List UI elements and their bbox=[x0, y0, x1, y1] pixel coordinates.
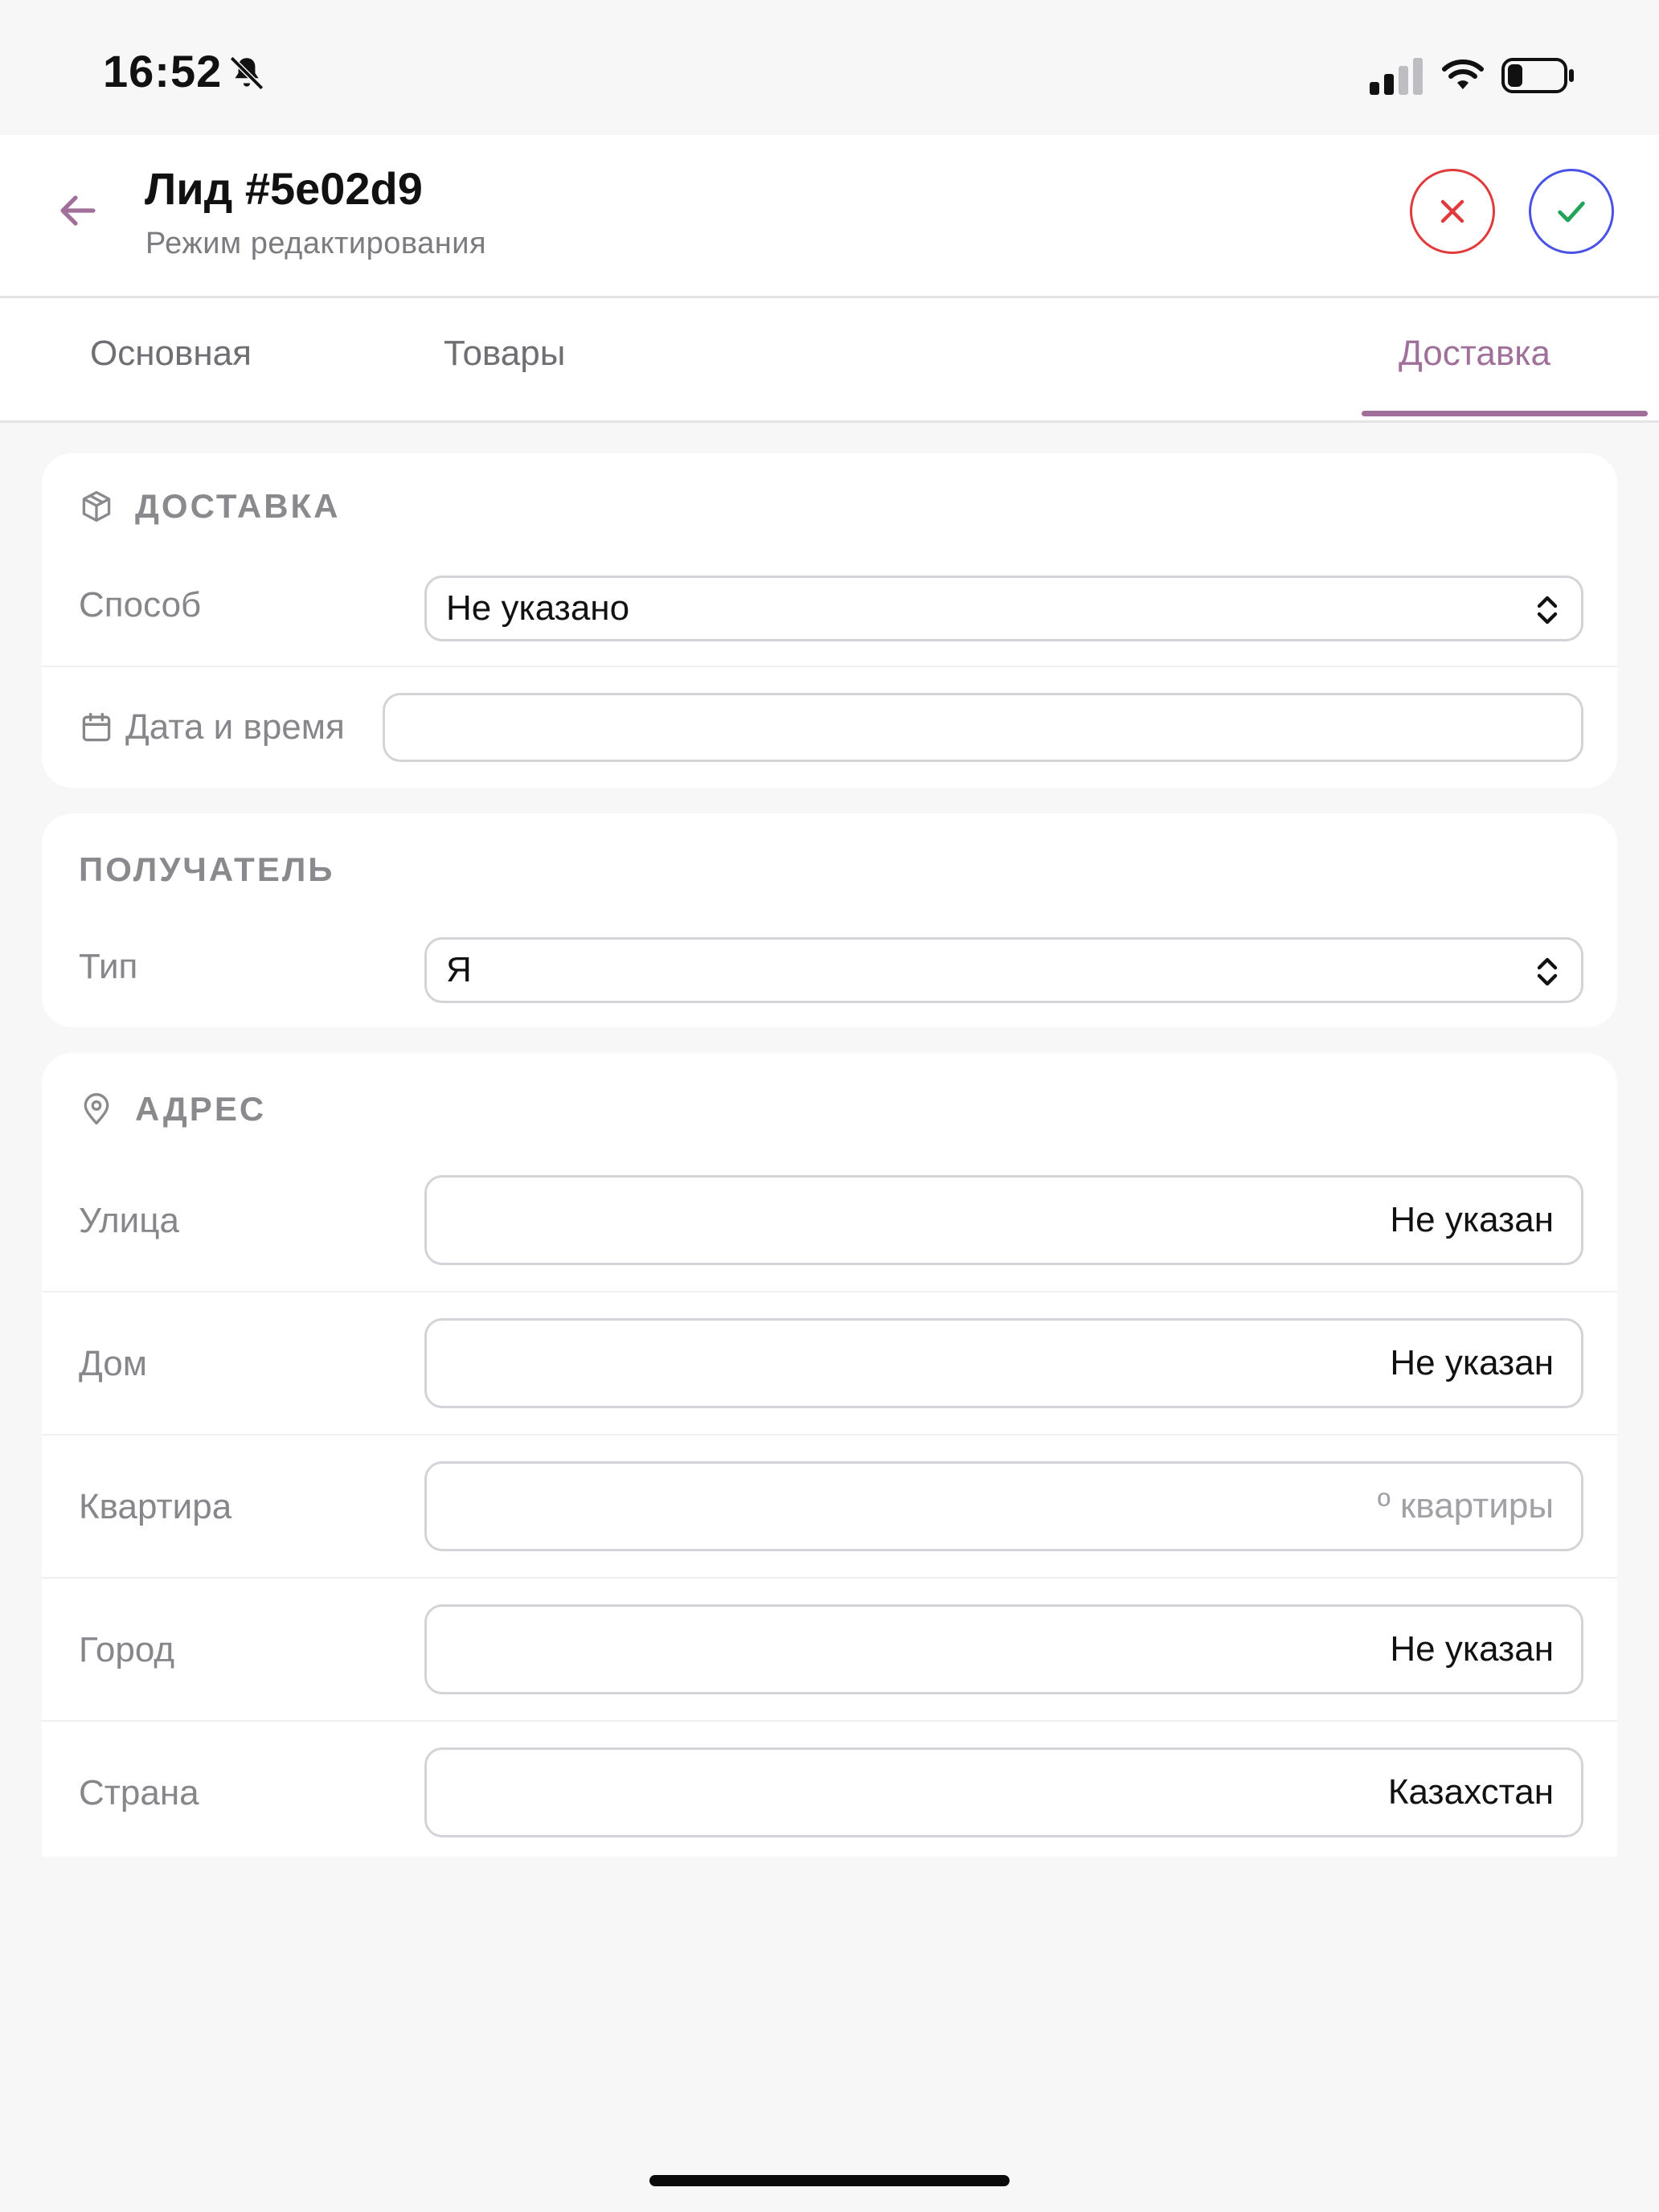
wifi-icon bbox=[1442, 59, 1484, 89]
house-label-text: Дом bbox=[79, 1344, 148, 1383]
street-value: Не указан bbox=[1390, 1200, 1554, 1239]
delivery-method-value: Не указано bbox=[446, 588, 630, 628]
house-label: Дом bbox=[79, 1344, 147, 1384]
country-label-text: Страна bbox=[79, 1773, 199, 1813]
status-bar: 16:52 bbox=[0, 0, 1659, 135]
house-input[interactable]: Не указан bbox=[424, 1318, 1583, 1408]
delivery-datetime-label-text: Дата и время bbox=[125, 707, 345, 747]
battery-icon bbox=[1501, 58, 1574, 93]
tab-bar: Основная Товары Доставка bbox=[0, 298, 1659, 423]
page-subtitle: Режим редактирования bbox=[145, 227, 487, 260]
delivery-method-select[interactable]: Не указано bbox=[424, 576, 1583, 641]
recipient-type-label: Тип bbox=[79, 947, 137, 987]
cellular-signal-icon bbox=[1370, 58, 1423, 95]
package-icon bbox=[82, 490, 111, 522]
country-value: Казахстан bbox=[1387, 1772, 1554, 1812]
active-tab-indicator bbox=[1362, 411, 1648, 416]
delivery-method-label: Способ bbox=[79, 585, 201, 625]
top-header: Лид #5e02d9 Режим редактирования bbox=[0, 135, 1659, 298]
city-label-text: Город bbox=[79, 1630, 175, 1669]
row-divider bbox=[42, 666, 1617, 667]
apartment-input[interactable]: º квартиры bbox=[424, 1461, 1583, 1551]
recipient-card: ПОЛУЧАТЕЛЬ Тип Я bbox=[42, 813, 1617, 1027]
apartment-label: Квартира bbox=[79, 1487, 231, 1527]
address-section-header: АДРЕС bbox=[79, 1090, 266, 1129]
street-input[interactable]: Не указан bbox=[424, 1175, 1583, 1265]
row-divider bbox=[42, 1434, 1617, 1436]
cancel-button[interactable] bbox=[1410, 169, 1495, 254]
recipient-type-label-text: Тип bbox=[79, 947, 138, 986]
house-value: Не указан bbox=[1390, 1343, 1554, 1382]
address-card: АДРЕС Улица Не указан Дом Не указан Квар… bbox=[42, 1053, 1617, 1857]
street-label-text: Улица bbox=[79, 1201, 179, 1240]
location-pin-icon bbox=[84, 1093, 109, 1125]
country-label: Страна bbox=[79, 1773, 199, 1813]
close-icon bbox=[1440, 199, 1464, 223]
recipient-type-select[interactable]: Я bbox=[424, 937, 1583, 1003]
bell-muted-icon bbox=[229, 55, 264, 91]
save-button[interactable] bbox=[1529, 169, 1614, 254]
recipient-type-value: Я bbox=[446, 950, 472, 989]
tab-delivery[interactable]: Доставка bbox=[1399, 334, 1550, 374]
recipient-section-header: ПОЛУЧАТЕЛЬ bbox=[79, 850, 334, 889]
row-divider bbox=[42, 1577, 1617, 1579]
delivery-card: ДОСТАВКА Способ Не указано Дата и время bbox=[42, 453, 1617, 788]
row-divider bbox=[42, 1720, 1617, 1722]
city-value: Не указан bbox=[1390, 1629, 1554, 1669]
address-section-title: АДРЕС bbox=[135, 1090, 267, 1128]
delivery-section-title: ДОСТАВКА bbox=[135, 487, 341, 525]
city-label: Город bbox=[79, 1630, 174, 1670]
city-input[interactable]: Не указан bbox=[424, 1604, 1583, 1694]
calendar-icon bbox=[82, 712, 111, 742]
delivery-section-header: ДОСТАВКА bbox=[79, 487, 341, 526]
checkmark-icon bbox=[1558, 201, 1585, 223]
row-divider bbox=[42, 1291, 1617, 1292]
street-label: Улица bbox=[79, 1201, 179, 1241]
country-input[interactable]: Казахстан bbox=[424, 1747, 1583, 1837]
home-indicator bbox=[649, 2175, 1010, 2186]
apartment-label-text: Квартира bbox=[79, 1487, 232, 1526]
delivery-datetime-input[interactable] bbox=[383, 693, 1583, 762]
apartment-placeholder: º квартиры bbox=[1377, 1486, 1554, 1526]
tab-main[interactable]: Основная bbox=[90, 334, 252, 374]
delivery-method-label-text: Способ bbox=[79, 585, 202, 625]
status-time: 16:52 bbox=[103, 46, 223, 96]
chevron-up-down-icon bbox=[1537, 957, 1558, 986]
back-arrow-icon[interactable] bbox=[51, 185, 103, 236]
page-title: Лид #5e02d9 bbox=[145, 163, 423, 214]
chevron-up-down-icon bbox=[1537, 596, 1558, 625]
delivery-datetime-label: Дата и время bbox=[79, 707, 345, 748]
recipient-section-title: ПОЛУЧАТЕЛЬ bbox=[79, 850, 335, 888]
tab-products[interactable]: Товары bbox=[444, 334, 565, 374]
